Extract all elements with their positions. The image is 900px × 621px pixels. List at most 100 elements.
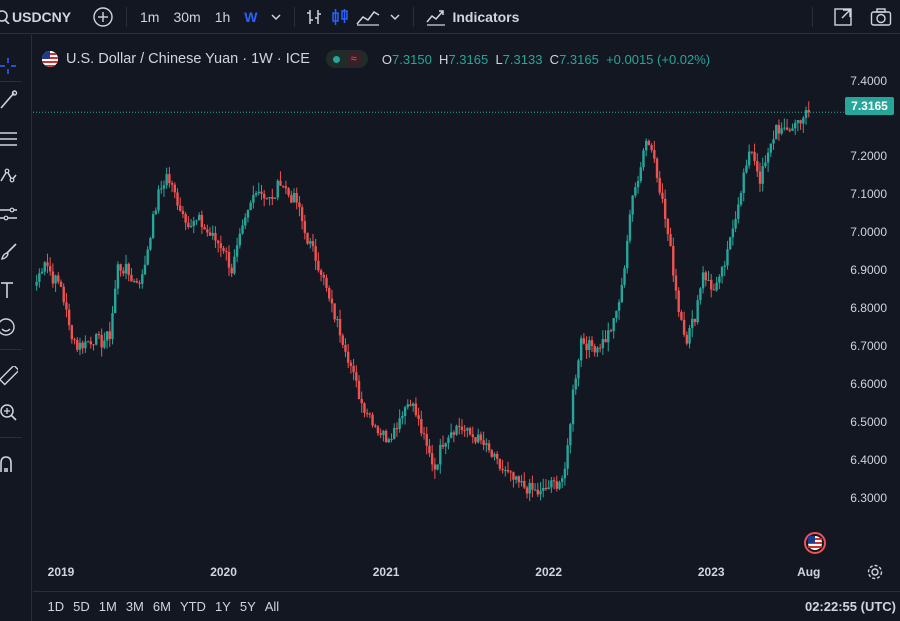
candle (84, 335, 87, 353)
candle-body (672, 246, 675, 276)
flag-event-marker[interactable] (804, 532, 826, 554)
indicators-button[interactable]: Indicators (420, 4, 525, 30)
candle-body (390, 438, 393, 440)
candle-body (691, 318, 694, 329)
candle-body (430, 453, 434, 465)
candle-body (463, 430, 466, 432)
bar-style-button[interactable] (301, 4, 327, 30)
candle (742, 168, 745, 202)
candle (780, 122, 783, 136)
interval-w[interactable]: W (237, 4, 264, 30)
dot-icon (333, 55, 341, 63)
toolbar-divider (413, 6, 415, 27)
symbol-search[interactable]: USDCNY (0, 0, 80, 34)
crosshair-tool[interactable] (0, 53, 22, 79)
trendline-icon (0, 90, 18, 109)
candle-body (341, 335, 344, 345)
area-style-button[interactable] (353, 4, 383, 30)
pattern-tool[interactable] (0, 164, 22, 190)
candle-body (73, 339, 76, 341)
candle-body (677, 290, 680, 312)
snapshot-button[interactable] (867, 4, 895, 30)
candle (734, 211, 737, 233)
range-ytd[interactable]: YTD (175, 599, 210, 614)
chart-type-dropdown[interactable] (383, 4, 407, 30)
candle (463, 425, 466, 437)
fullscreen-button[interactable] (830, 4, 856, 30)
candle (303, 214, 307, 240)
zoom-tool[interactable] (0, 400, 22, 426)
candle-body (298, 202, 301, 208)
range-1m[interactable]: 1M (94, 599, 121, 614)
interval-dropdown[interactable] (264, 4, 288, 30)
price-chart[interactable] (33, 35, 900, 591)
candle (623, 265, 626, 288)
candle (130, 268, 133, 282)
candle (655, 157, 659, 183)
candle-body (260, 191, 263, 194)
candle (151, 210, 155, 240)
interval-1m[interactable]: 1m (133, 4, 166, 30)
candle (216, 239, 220, 253)
candle (531, 475, 534, 498)
candle-body (764, 162, 767, 167)
range-6m[interactable]: 6M (148, 599, 175, 614)
text-tool[interactable] (0, 277, 22, 303)
candle-body (95, 334, 98, 345)
range-1y[interactable]: 1Y (210, 599, 235, 614)
candles-style-button[interactable] (327, 4, 353, 30)
candle-body (268, 197, 271, 199)
candle (433, 457, 437, 479)
brush-tool[interactable] (0, 238, 22, 264)
interval-30m[interactable]: 30m (166, 4, 207, 30)
candle-body (658, 177, 661, 193)
chart-pane[interactable] (33, 35, 900, 621)
candle-body (617, 302, 621, 311)
candle-body (593, 346, 596, 353)
candle-body (86, 341, 90, 343)
candle-body (745, 165, 748, 173)
candle (571, 384, 575, 432)
clock[interactable]: 02:22:55 (UTC) (805, 599, 896, 614)
measure-tool[interactable] (0, 363, 22, 389)
magnet-tool[interactable] (0, 451, 22, 477)
fib-tool[interactable] (0, 126, 22, 152)
candle (506, 461, 510, 474)
candle-body (474, 437, 477, 443)
candle-body (325, 277, 328, 288)
candle (785, 118, 789, 131)
plus-circle-icon (93, 6, 113, 27)
interval-1h[interactable]: 1h (208, 4, 238, 30)
candle (233, 249, 236, 275)
candle (598, 343, 602, 353)
candle-body (48, 266, 52, 272)
candle-body (187, 222, 190, 228)
range-5d[interactable]: 5D (69, 599, 95, 614)
compare-add-button[interactable] (86, 4, 120, 30)
candle-body (130, 274, 133, 282)
candle (802, 115, 805, 133)
emoji-tool[interactable] (0, 314, 22, 340)
range-all[interactable]: All (260, 599, 283, 614)
candle-body (636, 180, 640, 188)
forecast-tool[interactable] (0, 201, 22, 227)
candle-body (192, 221, 195, 226)
candle-body (100, 334, 103, 348)
candle (558, 480, 561, 491)
text-icon (1, 282, 13, 298)
crosshair-icon (0, 58, 16, 74)
candle-body (436, 464, 439, 470)
candle (67, 303, 71, 331)
candle-body (501, 468, 504, 471)
candle (501, 459, 504, 474)
candle-body (728, 237, 732, 250)
candle-body (460, 426, 464, 431)
range-5y[interactable]: 5Y (235, 599, 260, 614)
range-1d[interactable]: 1D (43, 599, 69, 614)
settings-button[interactable] (866, 563, 884, 581)
candle-body (607, 330, 610, 343)
trendline-tool[interactable] (0, 87, 22, 113)
visibility-toggle[interactable]: ≈ (325, 50, 368, 68)
candle (704, 270, 707, 287)
range-3m[interactable]: 3M (121, 599, 148, 614)
